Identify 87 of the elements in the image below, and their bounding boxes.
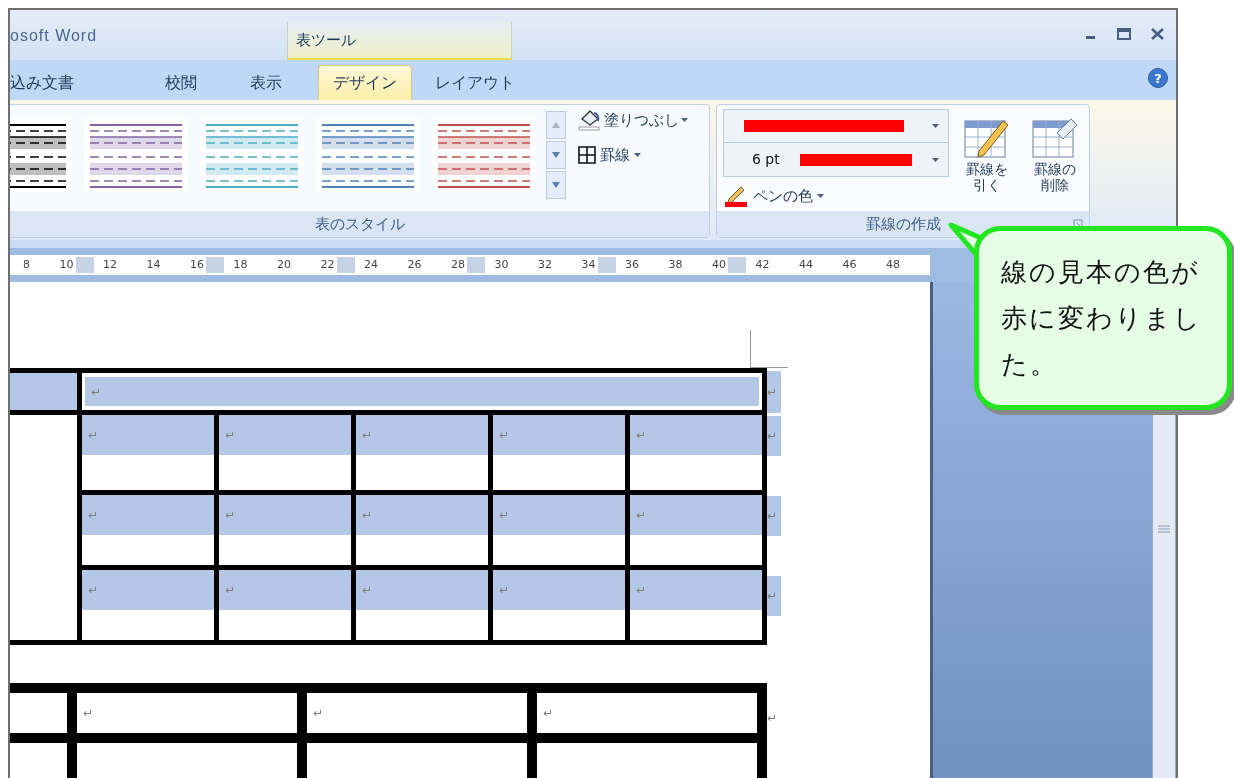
paragraph-mark: ↵	[313, 707, 324, 719]
ruler-number: 20	[276, 256, 291, 273]
ruler-number: 32	[537, 256, 552, 273]
line-weight-dropdown[interactable]: 6 pt	[723, 143, 949, 177]
ruler-number: 26	[406, 256, 422, 273]
margin-corner-mark	[750, 330, 788, 368]
paragraph-mark: ↵	[83, 707, 94, 719]
ruler-number: 22	[319, 256, 335, 273]
ribbon-tab[interactable]: 表示	[226, 65, 306, 100]
ruler-number: 18	[232, 256, 248, 273]
callout-text: 線の見本の色が赤に変わりました。	[1001, 256, 1203, 381]
contextual-tab-title: 表ツール	[296, 31, 356, 49]
pencil-icon	[723, 185, 749, 208]
paragraph-mark: ↵	[767, 430, 778, 442]
paragraph-mark: ↵	[636, 584, 647, 596]
group-label: 罫線の作成	[865, 213, 941, 235]
caret-icon	[634, 152, 641, 157]
scroll-down-button[interactable]	[546, 141, 566, 169]
draw-table-button[interactable]: 罫線を 引く	[957, 109, 1017, 211]
line-style-dropdown[interactable]	[723, 109, 949, 143]
ruler-number: 28	[450, 256, 465, 273]
paragraph-mark: ↵	[499, 584, 510, 596]
ruler-number: 16	[189, 256, 204, 273]
scroll-grip-icon	[1158, 525, 1170, 535]
paragraph-mark: ↵	[767, 386, 778, 398]
column-marker[interactable]	[597, 257, 616, 273]
ribbon-tab[interactable]: レイアウト	[420, 65, 530, 100]
paragraph-mark: ↵	[767, 510, 778, 522]
ruler-number: 10	[58, 256, 74, 273]
paragraph-mark: ↵	[767, 590, 778, 602]
ruler-number: 46	[841, 256, 857, 273]
ruler-number: 30	[493, 256, 509, 273]
column-marker[interactable]	[206, 257, 224, 273]
paragraph-mark: ↵	[767, 712, 778, 724]
more-button[interactable]	[546, 171, 566, 199]
ruler-number: 40	[711, 256, 726, 273]
column-marker[interactable]	[75, 257, 94, 273]
paragraph-mark: ↵	[362, 584, 373, 596]
paragraph-mark: ↵	[499, 429, 510, 441]
close-icon[interactable]	[1151, 28, 1164, 40]
ruler-number: 12	[102, 256, 117, 273]
ruler-number: 44	[798, 256, 813, 273]
caret-icon	[932, 124, 939, 128]
group-label: 表のスタイル	[314, 213, 405, 235]
paragraph-mark: ↵	[88, 509, 99, 521]
caret-icon	[681, 118, 688, 123]
caret-icon	[817, 194, 824, 199]
paragraph-mark: ↵	[225, 584, 236, 596]
ribbon-tab[interactable]: 込み文書	[10, 65, 98, 100]
ruler-number: 34	[580, 256, 596, 273]
down-arrow-icon	[552, 152, 560, 158]
paragraph-mark: ↵	[91, 385, 102, 398]
paragraph-mark: ↵	[88, 429, 99, 441]
paint-bucket-icon	[578, 109, 602, 132]
paragraph-mark: ↵	[636, 429, 647, 441]
weight-value: 6 pt	[752, 150, 780, 169]
caret-icon	[931, 157, 939, 162]
ruler-number: 14	[145, 256, 161, 273]
ruler-number: 24	[363, 256, 378, 273]
grid-icon	[578, 145, 596, 164]
paragraph-mark: ↵	[88, 584, 99, 596]
ribbon-tab[interactable]: 校閲	[136, 65, 226, 100]
ruler-number: 42	[754, 256, 770, 273]
shading-button[interactable]: 塗りつぶし	[578, 109, 688, 132]
paragraph-mark: ↵	[362, 429, 373, 441]
ruler-number: 48	[885, 256, 900, 273]
paragraph-mark: ↵	[225, 509, 236, 521]
pen-color-button[interactable]: ペンの色	[723, 185, 824, 208]
paragraph-mark: ↵	[499, 509, 510, 521]
column-marker[interactable]	[728, 257, 746, 273]
up-arrow-icon	[552, 122, 560, 128]
paragraph-mark: ↵	[636, 509, 647, 521]
expand-arrow-icon	[552, 182, 560, 188]
column-marker[interactable]	[336, 257, 355, 273]
eraser-button[interactable]: 罫線の 削除	[1025, 109, 1085, 211]
window-title: osoft Word	[10, 26, 98, 46]
borders-button[interactable]: 罫線	[578, 143, 688, 166]
ruler-number: 8	[22, 256, 30, 273]
ruler-number: 38	[667, 256, 683, 273]
paragraph-mark: ↵	[543, 707, 554, 719]
ruler-number: 36	[624, 256, 639, 273]
column-marker[interactable]	[467, 257, 485, 273]
maximize-icon[interactable]	[1117, 28, 1131, 40]
ribbon-tab[interactable]: デザイン	[318, 65, 412, 100]
help-button[interactable]: ?	[1148, 68, 1168, 88]
paragraph-mark: ↵	[225, 429, 236, 441]
paragraph-mark: ↵	[362, 509, 373, 521]
